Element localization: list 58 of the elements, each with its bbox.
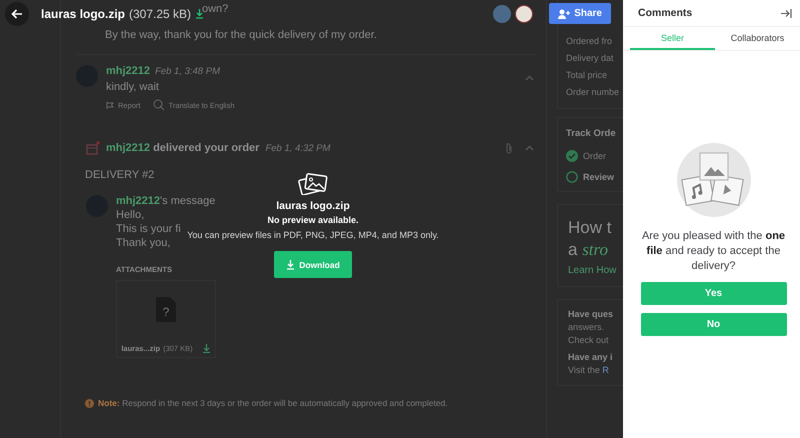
message-text: Thank you, — [116, 237, 170, 249]
file-size: (307.25 kB) — [129, 6, 192, 20]
author-name[interactable]: mhj2212 — [106, 65, 150, 77]
help-text: Check out — [568, 334, 609, 347]
warning-icon — [85, 398, 94, 408]
help-text: answers. — [568, 321, 604, 334]
detail-label: Ordered fro — [566, 36, 612, 48]
timestamp: Feb 1, 4:32 PM — [265, 142, 330, 154]
download-icon[interactable] — [195, 8, 204, 18]
delivery-heading: DELIVERY #2 — [85, 169, 154, 181]
images-icon — [298, 173, 328, 195]
track-title: Track Orde — [566, 128, 616, 139]
message-text: Hello, — [116, 209, 144, 221]
help-link[interactable]: R — [602, 365, 609, 375]
flag-icon[interactable] — [106, 102, 114, 108]
detail-label: Delivery dat — [566, 53, 614, 65]
unknown-file-icon: ? — [156, 297, 176, 322]
answer-button[interactable]: Yes — [640, 282, 786, 305]
preview-hint: You can preview files in PDF, PNG, JPEG, MP4, and MP3 only. — [187, 230, 439, 240]
avatar[interactable] — [515, 4, 534, 22]
step-label: Order — [583, 150, 606, 160]
tab[interactable]: Collaborators — [715, 27, 800, 50]
file-title: lauras logo.zip — [41, 6, 126, 20]
chevron-up-icon[interactable] — [525, 145, 534, 151]
chevron-up-icon[interactable] — [525, 75, 534, 81]
answer-button[interactable]: No — [640, 313, 786, 336]
timestamp: Feb 1, 3:48 PM — [155, 66, 220, 77]
note-text: Note: Respond in the next 3 days or the order will be automatically approved and completed. — [98, 398, 448, 408]
detail-label: Order numbe — [566, 87, 620, 99]
back-arrow-icon — [11, 8, 23, 18]
collapse-icon[interactable] — [781, 8, 792, 18]
message-title: mhj2212's message — [116, 195, 216, 207]
package-icon — [86, 141, 100, 155]
help-text: Have any i — [568, 351, 613, 364]
download-icon[interactable] — [202, 344, 211, 353]
learn-link[interactable]: Learn How — [568, 265, 616, 276]
promo-title: How t — [568, 217, 612, 239]
message-text: By the way, thank you for the quick delivery of my order. — [105, 29, 377, 41]
help-text: Have ques — [568, 308, 614, 321]
message-text: kindly, wait — [106, 81, 159, 93]
no-preview-text: No preview available. — [267, 215, 359, 225]
event-text: mhj2212 delivered your order — [106, 142, 260, 154]
question-text: Are you pleased with the one file and ready to accept the delivery? — [641, 229, 786, 274]
tab[interactable]: Seller — [630, 27, 715, 50]
download-button[interactable]: Download — [274, 251, 352, 278]
panel-title: Comments — [638, 7, 692, 19]
download-icon — [286, 260, 296, 270]
file-name: lauras logo.zip — [276, 200, 350, 212]
step-label: Review — [583, 172, 614, 182]
detail-label: Total price — [566, 70, 608, 82]
message-text: This is your fi — [116, 223, 181, 235]
add-person-icon — [558, 8, 570, 18]
back-button[interactable] — [5, 2, 29, 26]
paperclip-icon[interactable] — [505, 142, 513, 154]
share-button[interactable]: Share — [549, 3, 611, 24]
promo-title: a stro — [568, 239, 608, 261]
message-text: own? — [202, 3, 228, 15]
help-text: Visit the — [568, 365, 600, 375]
